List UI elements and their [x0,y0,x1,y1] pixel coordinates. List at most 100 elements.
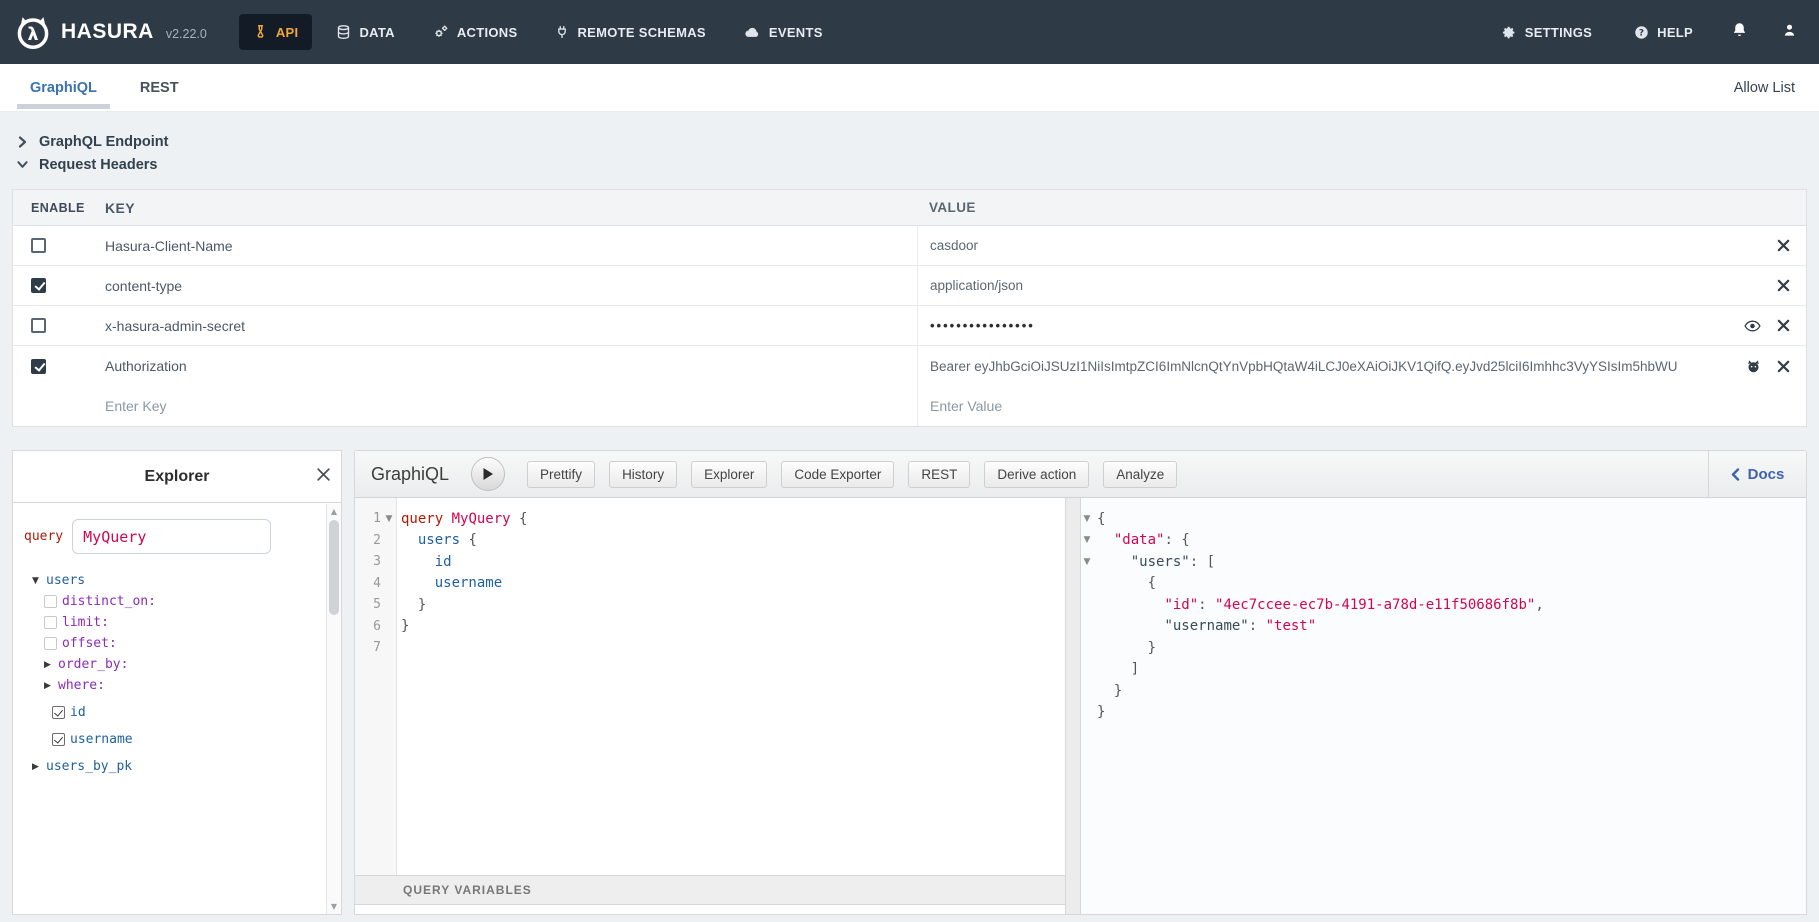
query-editor[interactable]: 1▼query MyQuery {2 users {3 id4 username… [355,498,1065,875]
close-icon[interactable] [1777,239,1790,252]
decode-jwt-icon[interactable] [1746,359,1761,373]
header-key-cell[interactable]: Hasura-Client-Name [105,238,917,254]
explorer-tree-item[interactable]: ▶where: [24,675,326,696]
nav-item-remote-schemas[interactable]: REMOTE SCHEMAS [541,14,719,50]
toolbar-button-history[interactable]: History [609,461,677,488]
fold-arrow-icon[interactable]: ▼ [1081,557,1093,567]
execute-query-button[interactable] [471,457,505,491]
header-value-text[interactable]: casdoor [930,238,1765,253]
explorer-tree-item[interactable]: limit: [24,612,326,633]
chevron-down-icon [17,160,28,169]
toolbar-button-code-exporter[interactable]: Code Exporter [781,461,894,488]
query-variables-editor[interactable] [355,905,1065,914]
fold-arrow-icon[interactable]: ▼ [1081,535,1093,545]
new-header-value-input[interactable] [930,398,1790,414]
database-icon [336,24,351,40]
line-number: 2 [355,533,381,548]
bell-button[interactable] [1731,21,1748,44]
close-icon[interactable] [1777,279,1790,292]
enable-cell [13,318,105,333]
header-enable-checkbox[interactable] [31,318,46,333]
scrollbar-thumb[interactable] [329,520,339,615]
code-text: "id": "4ec7ccee-ec7b-4191-a78d-e11f50686… [1093,597,1544,613]
tree-item-label: id [70,705,86,720]
enable-cell [13,238,105,253]
query-variables-label: QUERY VARIABLES [403,883,532,897]
top-navbar: λ HASURA v2.22.0 APIDATA ACTIONSREMOTE SC… [0,0,1819,64]
explorer-tree-item[interactable]: id [24,702,326,723]
close-icon[interactable] [1777,319,1790,332]
tree-checkbox[interactable] [52,733,65,746]
toolbar-button-rest[interactable]: REST [908,461,970,488]
toolbar-button-prettify[interactable]: Prettify [527,461,595,488]
request-headers-table: ENABLE KEY VALUE Hasura-Client-Namecasdo… [12,189,1807,427]
enable-cell [13,359,105,374]
row-actions [1746,359,1790,373]
triangle-right-icon[interactable]: ▶ [44,681,58,691]
graphiql-toolbar: GraphiQL Prettify History Explorer Code Exp… [355,451,1806,498]
header-value-text[interactable]: •••••••••••••••• [930,318,1732,333]
editor-line: 7 [355,637,1065,659]
triangle-down-icon[interactable]: ▼ [32,576,46,586]
header-enable-checkbox[interactable] [31,238,46,253]
query-name-input[interactable] [72,519,271,554]
explorer-body: query ▼usersdistinct_on:limit:offset:▶or… [13,503,341,914]
tree-checkbox[interactable] [52,706,65,719]
tree-checkbox[interactable] [44,595,57,608]
close-icon[interactable] [1777,360,1790,373]
allow-list-link[interactable]: Allow List [1734,64,1819,111]
tree-checkbox[interactable] [44,637,57,650]
tab-graphiql[interactable]: GraphiQL [17,64,110,111]
scroll-up-icon[interactable]: ▲ [327,507,341,516]
explorer-tree-item[interactable]: ▼users [24,570,326,591]
nav-item-settings[interactable]: SETTINGS [1498,15,1596,50]
header-key-cell[interactable]: Authorization [105,358,917,374]
nav-item-events[interactable]: EVENTS [730,15,837,50]
explorer-tree-item[interactable]: ▶order_by: [24,654,326,675]
user-button[interactable] [1782,22,1797,43]
query-variables-bar[interactable]: QUERY VARIABLES [355,875,1065,905]
header-enable-checkbox[interactable] [31,359,46,374]
triangle-right-icon[interactable]: ▶ [44,660,58,670]
tab-rest[interactable]: REST [127,64,192,111]
request-headers-toggle[interactable]: Request Headers [12,153,1807,176]
new-header-row [13,386,1806,426]
col-header-key: KEY [105,200,917,216]
code-text: } [397,618,409,634]
nav-item-actions[interactable]: ACTIONS [419,14,532,50]
toolbar-button-derive-action[interactable]: Derive action [984,461,1089,488]
close-icon[interactable] [316,467,331,482]
result-line: } [1081,680,1806,702]
eye-icon[interactable] [1744,320,1761,332]
header-value-text[interactable]: Bearer eyJhbGciOiJSUzI1NiIsImtpZCI6ImNlc… [930,359,1734,374]
toolbar-button-analyze[interactable]: Analyze [1103,461,1177,488]
result-line: "username": "test" [1081,616,1806,638]
explorer-tree-item[interactable]: username [24,729,326,750]
pane-resize-handle[interactable] [1065,498,1081,914]
new-header-key-input[interactable] [105,398,897,414]
explorer-tree-item[interactable]: offset: [24,633,326,654]
fold-arrow-icon[interactable]: ▼ [1081,514,1093,524]
triangle-right-icon[interactable]: ▶ [32,762,46,772]
explorer-tree-item[interactable]: ▶users_by_pk [24,756,326,777]
header-value-text[interactable]: application/json [930,278,1765,293]
header-enable-checkbox[interactable] [31,278,46,293]
fold-arrow-icon[interactable]: ▼ [381,514,397,524]
header-key-cell[interactable]: x-hasura-admin-secret [105,318,917,334]
brand: λ HASURA v2.22.0 [0,0,207,64]
nav-item-data[interactable]: DATA [322,14,408,50]
hasura-logo-icon: λ [14,13,52,51]
explorer-tree-item[interactable]: distinct_on: [24,591,326,612]
tree-checkbox[interactable] [44,616,57,629]
nav-item-api[interactable]: API [239,14,313,50]
docs-button[interactable]: Docs [1708,451,1806,497]
header-key-cell[interactable]: content-type [105,278,917,294]
scroll-down-icon[interactable]: ▼ [327,902,341,911]
nav-item-help[interactable]: ?HELP [1630,15,1697,50]
explorer-scrollbar[interactable]: ▲ ▼ [326,504,341,914]
nav-item-label: EVENTS [769,25,823,40]
graphql-endpoint-toggle[interactable]: GraphQL Endpoint [12,130,1807,153]
graphiql-title: GraphiQL [371,464,449,485]
toolbar-button-explorer[interactable]: Explorer [691,461,767,488]
header-table-row: Hasura-Client-Name casdoor [13,226,1806,266]
